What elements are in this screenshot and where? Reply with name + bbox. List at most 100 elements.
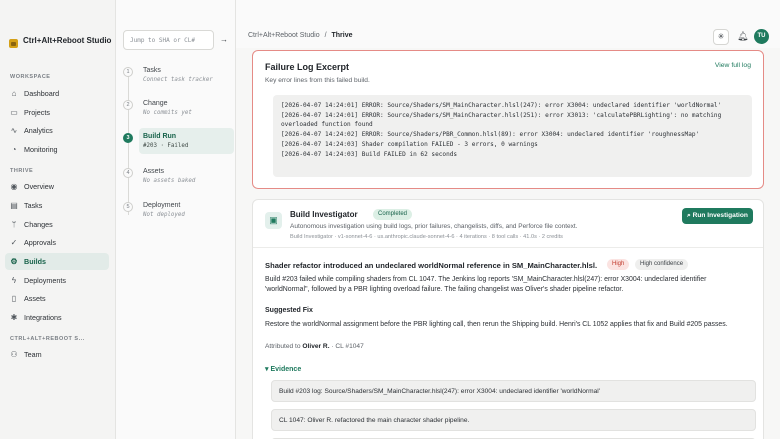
build-timeline-panel: Jump to SHA or CL# → 1 Tasks Connect tas…: [116, 0, 236, 439]
step-number: 3: [123, 133, 133, 143]
avatar[interactable]: TU: [754, 29, 769, 44]
run-investigation-label: Run Investigation: [692, 212, 748, 219]
section-label-team: CTRL+ALT+REBOOT S...: [10, 336, 85, 342]
sidebar-item-label: Monitoring: [24, 145, 58, 154]
step-title: Deployment: [143, 202, 181, 209]
sidebar-item-deployments[interactable]: ϟ Deployments: [5, 272, 109, 289]
failure-log-title: Failure Log Excerpt: [265, 62, 350, 72]
sidebar-item-label: Team: [24, 350, 42, 359]
sidebar-item-approvals[interactable]: ✓ Approvals: [5, 234, 109, 251]
step-subtitle: Not deployed: [143, 212, 185, 218]
section-label-workspace: WORKSPACE: [10, 74, 51, 80]
step-subtitle: Connect task tracker: [143, 77, 213, 83]
sidebar-item-label: Builds: [24, 257, 46, 266]
step-subtitle: No assets baked: [143, 178, 196, 184]
bell-icon: ◔: [11, 144, 17, 154]
confidence-badge: High confidence: [635, 259, 689, 270]
sidebar-item-projects[interactable]: ▭ Projects: [5, 104, 109, 121]
users-icon: ⚇: [10, 349, 18, 359]
finding-title: Shader refactor introduced an undeclared…: [265, 261, 598, 270]
divider: [253, 247, 763, 248]
build-icon: ⚙: [10, 256, 18, 266]
step-subtitle: No commits yet: [143, 110, 192, 116]
step-number: 1: [123, 67, 133, 77]
sidebar-item-team[interactable]: ⚇ Team: [5, 346, 109, 363]
sidebar-item-integrations[interactable]: ✱ Integrations: [5, 309, 109, 326]
run-investigation-button[interactable]: ⌕ Run Investigation: [682, 208, 753, 224]
finding-text: Build #203 failed while compiling shader…: [265, 276, 707, 293]
investigator-title: Build Investigator: [290, 210, 358, 219]
theme-toggle-icon[interactable]: ✳: [713, 29, 729, 45]
sidebar-item-changes[interactable]: ᛘ Changes: [5, 216, 109, 233]
evidence-item: Build #203 log: Source/Shaders/SM_MainCh…: [271, 380, 756, 402]
attribution: Attributed to Oliver R. · CL #1047: [265, 343, 364, 350]
search-placeholder: Jump to SHA or CL#: [130, 37, 196, 44]
suggested-fix-title: Suggested Fix: [265, 307, 313, 314]
check-icon: ✓: [10, 237, 18, 247]
step-title: Build Run: [143, 133, 177, 140]
sidebar-item-monitoring[interactable]: ◔ Monitoring: [5, 141, 109, 158]
activity-icon: ∿: [10, 125, 18, 135]
attribution-cl: · CL #1047: [331, 343, 364, 350]
failure-log-block: [2026-04-07 14:24:01] ERROR: Source/Shad…: [273, 95, 752, 177]
step-title: Change: [143, 100, 168, 107]
step-number: 4: [123, 168, 133, 178]
brand[interactable]: Ctrl+Alt+Reboot Studio: [9, 35, 113, 48]
sidebar-item-label: Approvals: [24, 238, 56, 247]
step-subtitle: #203 · Failed: [143, 143, 189, 149]
breadcrumb: Ctrl+Alt+Reboot Studio / Thrive: [248, 32, 352, 39]
sidebar-item-assets[interactable]: ▯ Assets: [5, 290, 109, 307]
sidebar: Ctrl+Alt+Reboot Studio WORKSPACE ⌂ Dashbo…: [0, 0, 116, 439]
monitor-icon: ▣: [265, 212, 282, 229]
file-icon: ▯: [11, 293, 17, 303]
sidebar-item-label: Overview: [24, 182, 54, 191]
sidebar-item-label: Assets: [24, 294, 46, 303]
arrow-right-icon[interactable]: →: [220, 35, 228, 44]
sidebar-item-dashboard[interactable]: ⌂ Dashboard: [5, 85, 109, 102]
folder-icon: ▭: [10, 107, 18, 117]
suggested-fix-text: Restore the worldNormal assignment befor…: [265, 321, 728, 328]
clipboard-icon: ▤: [10, 200, 18, 210]
evidence-title: Evidence: [270, 366, 302, 373]
app-window: Ctrl+Alt+Reboot Studio WORKSPACE ⌂ Dashbo…: [0, 0, 780, 439]
failure-log-card: Failure Log Excerpt Key error lines from…: [252, 50, 764, 189]
sidebar-item-label: Deployments: [24, 276, 66, 285]
sha-search-input[interactable]: Jump to SHA or CL#: [123, 30, 214, 50]
evidence-toggle[interactable]: ▾ Evidence: [265, 365, 301, 373]
investigator-description: Autonomous investigation using build log…: [290, 223, 578, 230]
attribution-prefix: Attributed to: [265, 343, 301, 350]
notifications-bell-icon[interactable]: 🔔︎: [737, 31, 748, 42]
sidebar-item-label: Dashboard: [24, 89, 60, 98]
severity-badge: High: [607, 259, 630, 270]
build-investigator-card: ▣ Build Investigator Completed Autonomou…: [252, 199, 764, 439]
step-title: Assets: [143, 168, 165, 175]
sidebar-item-label: Analytics: [24, 126, 53, 135]
sidebar-item-overview[interactable]: ◉ Overview: [5, 178, 109, 195]
sidebar-item-label: Integrations: [24, 313, 62, 322]
sidebar-item-label: Changes: [24, 220, 53, 229]
step-title: Tasks: [143, 67, 161, 74]
sidebar-item-label: Tasks: [24, 201, 43, 210]
brand-logo-icon: [9, 39, 18, 48]
breadcrumb-separator: /: [324, 32, 327, 39]
evidence-item: CL 1047: Oliver R. refactored the main c…: [271, 409, 756, 431]
attribution-name[interactable]: Oliver R.: [302, 343, 329, 350]
view-full-log-link[interactable]: View full log: [715, 62, 751, 69]
sidebar-item-analytics[interactable]: ∿ Analytics: [5, 122, 109, 139]
eye-icon: ◉: [10, 181, 18, 191]
investigator-meta: Build Investigator · v1-sonnet-4-6 · us.…: [290, 234, 563, 240]
failure-log-subtitle: Key error lines from this failed build.: [265, 77, 370, 84]
topbar: Ctrl+Alt+Reboot Studio / Thrive ✳ 🔔︎ TU: [236, 0, 780, 48]
breadcrumb-root[interactable]: Ctrl+Alt+Reboot Studio: [248, 32, 320, 39]
step-number: 2: [123, 100, 133, 110]
home-icon: ⌂: [11, 88, 17, 98]
brand-name: Ctrl+Alt+Reboot Studio: [23, 36, 112, 45]
sidebar-item-label: Projects: [24, 108, 50, 117]
breadcrumb-current: Thrive: [331, 32, 353, 39]
status-badge: Completed: [373, 209, 413, 220]
step-highlight: [139, 128, 234, 154]
sidebar-item-tasks[interactable]: ▤ Tasks: [5, 197, 109, 214]
section-label-project: THRIVE: [10, 168, 34, 174]
main-content: Ctrl+Alt+Reboot Studio / Thrive ✳ 🔔︎ TU …: [236, 0, 780, 439]
sidebar-item-builds[interactable]: ⚙ Builds: [5, 253, 109, 270]
